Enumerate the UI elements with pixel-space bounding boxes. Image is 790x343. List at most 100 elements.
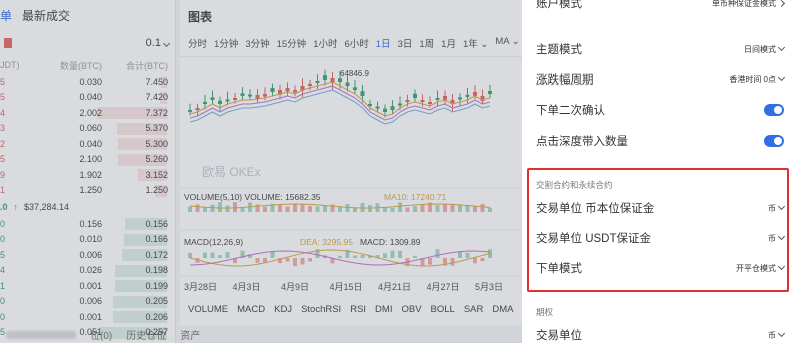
volume-bar (285, 206, 290, 212)
chevron-down-icon (162, 39, 171, 48)
bid-row[interactable]: 0 0.001 0.206 (0, 309, 175, 325)
ask-price: 2 (0, 138, 6, 149)
high-price-label: 64846.9 (340, 69, 369, 78)
macd-bar (203, 252, 207, 258)
ask-row[interactable]: 5 2.100 5.260 (0, 152, 175, 168)
volume-bar (368, 205, 372, 212)
tab-assets[interactable]: 资产 (180, 327, 200, 342)
chevron-right-icon (777, 0, 786, 7)
date-tick: 5月3日 (475, 282, 503, 292)
candle (293, 90, 297, 93)
setting-change-period[interactable]: 涨跌幅周期 香港时间 0点 (536, 70, 786, 88)
ask-amount: 0.060 (79, 123, 102, 134)
indicator-option[interactable]: BOLL (431, 304, 455, 315)
volume-bar (195, 204, 200, 212)
bid-row[interactable]: 0 0.156 0.156 (0, 216, 175, 232)
indicator-option[interactable]: DMA (492, 304, 513, 315)
indicator-option[interactable]: OBV (401, 304, 421, 315)
candle (428, 102, 432, 104)
candlestick-chart[interactable]: 64846.9 欧易 OKEx VOLUME(5,10) VOLUME: 15682… (180, 0, 522, 298)
ask-row[interactable]: 9 1.902 3.152 (0, 167, 175, 183)
volume-bar (435, 205, 440, 212)
ask-row[interactable]: 5 0.040 7.420 (0, 90, 175, 106)
chevron-down-icon (777, 43, 786, 52)
setting-unit-options[interactable]: 交易单位 币 (536, 326, 786, 343)
indicator-option[interactable]: SAR (464, 304, 484, 315)
total-header: 合计(BTC) (126, 60, 168, 71)
setting-account-mode[interactable]: 账户模式 单币种保证金模式 (536, 0, 786, 11)
precision-value: 0.1 (145, 37, 161, 49)
ask-amount: 0.040 (79, 92, 102, 103)
ask-row[interactable]: 3 0.060 5.370 (0, 121, 175, 137)
candle (210, 97, 215, 100)
order-confirm-toggle[interactable] (764, 104, 784, 116)
bid-row[interactable]: 5 0.006 0.172 (0, 247, 175, 263)
date-tick: 4月3日 (233, 282, 261, 292)
usd-price: $37,284.14 (24, 202, 70, 212)
macd-bar (383, 253, 387, 258)
ask-price: 5 (0, 76, 6, 87)
precision-select[interactable]: 0.1 (145, 37, 171, 49)
indicator-option[interactable]: KDJ (274, 304, 292, 315)
bid-row[interactable]: 4 0.026 0.198 (0, 263, 175, 279)
ma10-label: MA10: 17240.71 (384, 192, 447, 202)
ask-amount: 2.100 (79, 154, 102, 165)
candle (473, 92, 477, 96)
ask-row[interactable]: 2 0.040 5.300 (0, 136, 175, 152)
bid-row[interactable]: 1 0.001 0.199 (0, 278, 175, 294)
macd-bar (285, 258, 290, 262)
depth-amount-toggle[interactable] (764, 135, 784, 147)
volume-bar (450, 204, 455, 212)
ask-row[interactable]: 1 1.250 1.250 (0, 183, 175, 199)
bid-total: 0.206 (145, 311, 168, 322)
order-book: 单 最新成交 0.1 JDT) 数量(BTC) 合计(BTC) 5 0.030 7.… (0, 0, 176, 343)
volume-bar (390, 207, 395, 212)
candle (218, 100, 222, 104)
macd-bar (225, 252, 230, 258)
date-tick: 3月28日 (184, 282, 217, 292)
volume-bar (480, 203, 485, 212)
indicator-option[interactable]: RSI (350, 304, 366, 315)
ask-row[interactable]: 4 2.002 7.372 (0, 105, 175, 121)
macd-bar (450, 258, 455, 266)
candle (443, 96, 447, 100)
indicator-option[interactable]: MACD (237, 304, 265, 315)
tab-latest-trades[interactable]: 最新成交 (22, 7, 70, 24)
date-tick: 4月9日 (281, 282, 309, 292)
setting-theme[interactable]: 主题模式 日间模式 (536, 40, 786, 58)
volume-bar (188, 206, 192, 212)
ask-row[interactable]: 5 0.030 7.450 (0, 74, 175, 90)
candle (255, 95, 260, 99)
candle (458, 97, 462, 100)
bid-row[interactable]: 0 0.010 0.166 (0, 232, 175, 248)
volume-bar (315, 206, 320, 212)
volume-bar (443, 203, 447, 212)
volume-bar (210, 204, 215, 212)
price-header: JDT) (0, 60, 20, 70)
macd-bar (480, 258, 485, 262)
date-tick: 4月15日 (330, 282, 363, 292)
bid-total: 0.156 (145, 218, 168, 229)
bid-amount: 0.001 (79, 280, 102, 291)
volume-bar (323, 205, 327, 212)
ask-list: 5 0.030 7.450 5 0.040 7.420 4 2.002 7.372 3 0.060 5… (0, 74, 175, 198)
macd-bar (465, 252, 470, 258)
candle (375, 106, 380, 109)
volume-bar (383, 207, 387, 212)
macd-bar (398, 250, 402, 258)
sell-side-icon[interactable] (4, 38, 12, 48)
indicator-option[interactable]: StochRSI (301, 304, 341, 315)
tab-order-book[interactable]: 单 (0, 7, 12, 24)
volume-bar (458, 204, 462, 212)
indicator-option[interactable]: DMI (375, 304, 392, 315)
bid-price: 0 (0, 234, 6, 245)
bid-row[interactable]: 0 0.006 0.205 (0, 294, 175, 310)
volume-bar (218, 202, 222, 212)
candle (285, 88, 290, 92)
setting-order-confirm: 下单二次确认 (536, 101, 784, 119)
bid-price: 5 (0, 249, 6, 260)
indicator-option[interactable]: VOLUME (188, 304, 228, 315)
bid-price: 5 (0, 327, 6, 338)
macd-bar (428, 258, 432, 265)
ask-amount: 0.030 (79, 76, 102, 87)
